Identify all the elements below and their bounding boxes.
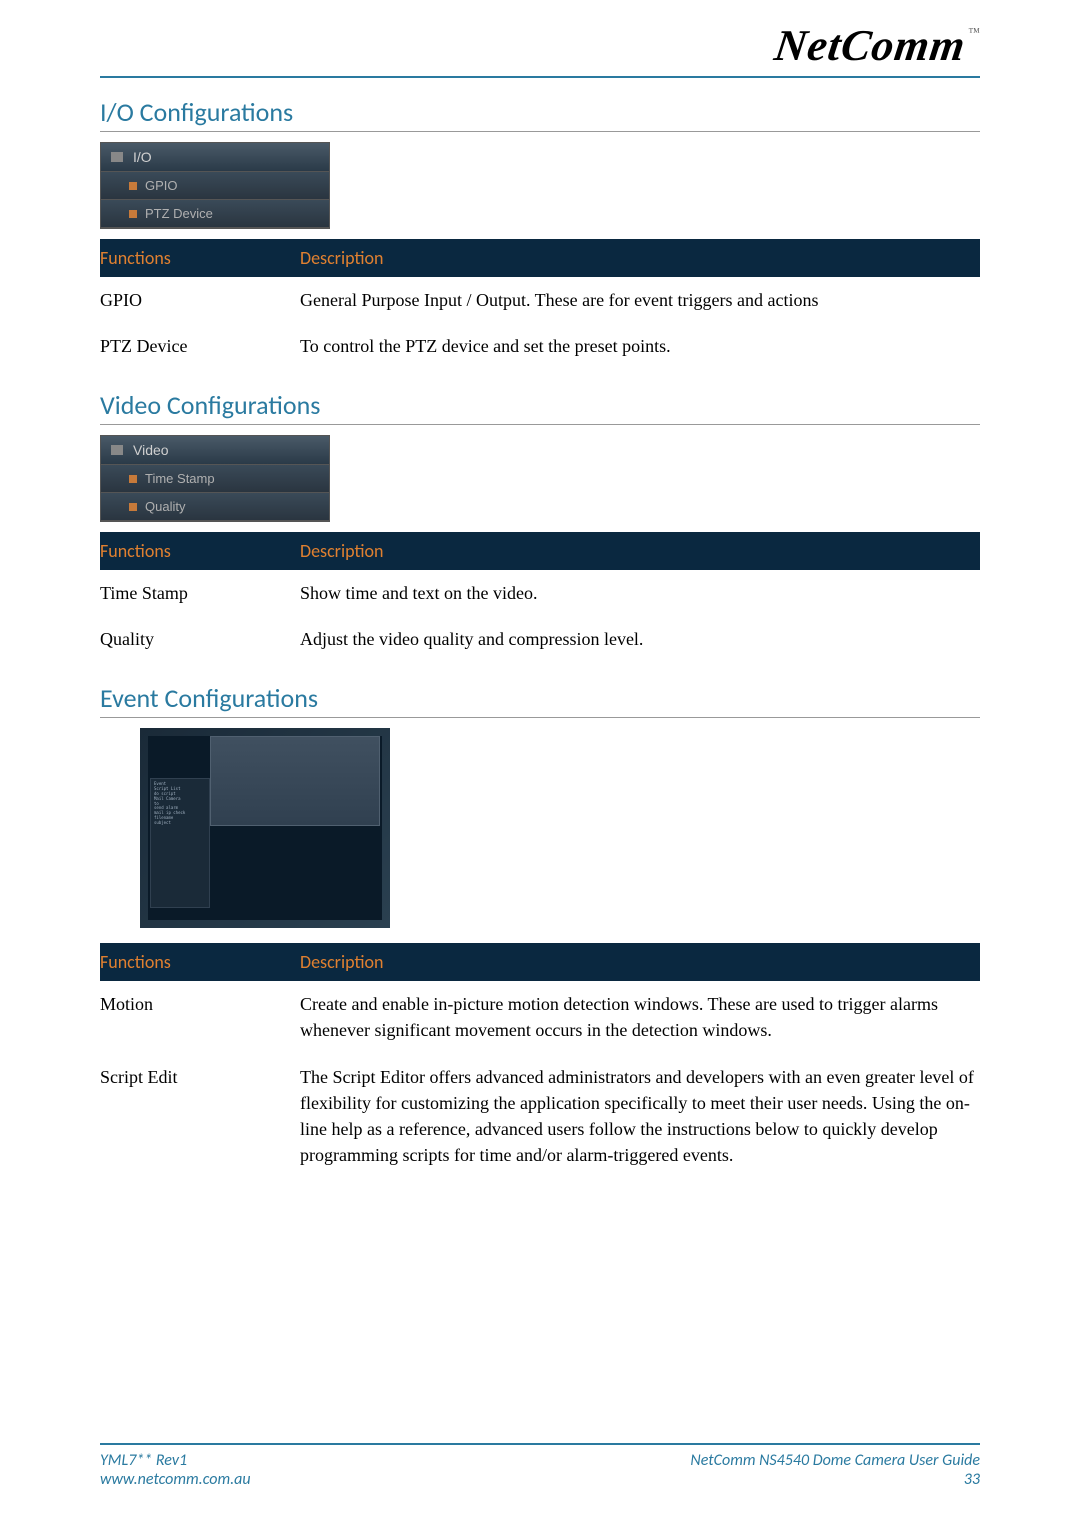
video-menu-screenshot: Video Time Stamp Quality — [100, 435, 330, 522]
table-row: GPIO General Purpose Input / Output. The… — [100, 277, 980, 323]
bullet-icon — [129, 210, 137, 218]
page-footer: YML7** Rev1 www.netcomm.com.au NetComm N… — [100, 1443, 980, 1489]
col-description: Description — [300, 239, 980, 277]
video-menu-item-timestamp: Time Stamp — [145, 471, 215, 486]
footer-url: www.netcomm.com.au — [100, 1470, 251, 1489]
fn-motion: Motion — [100, 991, 300, 1043]
logo-area: NetComm ™ — [100, 20, 980, 71]
io-table-header: Functions Description — [100, 239, 980, 277]
bullet-icon — [129, 475, 137, 483]
video-menu-item-quality: Quality — [145, 499, 185, 514]
video-table-header: Functions Description — [100, 532, 980, 570]
fn-quality: Quality — [100, 626, 300, 652]
trademark-symbol: ™ — [968, 25, 980, 40]
bullet-icon — [129, 503, 137, 511]
event-screenshot: EventScript Listdo scriptMail Cameratose… — [140, 728, 390, 928]
desc-timestamp: Show time and text on the video. — [300, 580, 980, 606]
desc-quality: Adjust the video quality and compression… — [300, 626, 980, 652]
menu-header-icon — [111, 445, 123, 455]
footer-doc-title: NetComm NS4540 Dome Camera User Guide — [690, 1451, 980, 1470]
io-config-title: I/O Configurations — [100, 96, 980, 132]
desc-motion: Create and enable in-picture motion dete… — [300, 991, 980, 1043]
col-functions: Functions — [100, 943, 300, 981]
header-rule — [100, 76, 980, 78]
footer-revision: YML7** Rev1 — [100, 1451, 251, 1470]
col-description: Description — [300, 532, 980, 570]
io-menu-screenshot: I/O GPIO PTZ Device — [100, 142, 330, 229]
table-row: Script Edit The Script Editor offers adv… — [100, 1054, 980, 1178]
col-description: Description — [300, 943, 980, 981]
fn-timestamp: Time Stamp — [100, 580, 300, 606]
col-functions: Functions — [100, 532, 300, 570]
video-menu-header: Video — [133, 442, 169, 458]
io-menu-item-ptz: PTZ Device — [145, 206, 213, 221]
desc-ptz: To control the PTZ device and set the pr… — [300, 333, 980, 359]
footer-page-number: 33 — [690, 1470, 980, 1489]
brand-logo: NetComm — [771, 20, 968, 71]
table-row: Motion Create and enable in-picture moti… — [100, 981, 980, 1053]
desc-scriptedit: The Script Editor offers advanced admini… — [300, 1064, 980, 1168]
video-config-title: Video Configurations — [100, 389, 980, 425]
table-row: Quality Adjust the video quality and com… — [100, 616, 980, 662]
fn-ptz: PTZ Device — [100, 333, 300, 359]
io-menu-item-gpio: GPIO — [145, 178, 178, 193]
col-functions: Functions — [100, 239, 300, 277]
table-row: Time Stamp Show time and text on the vid… — [100, 570, 980, 616]
fn-gpio: GPIO — [100, 287, 300, 313]
event-table-header: Functions Description — [100, 943, 980, 981]
event-config-title: Event Configurations — [100, 682, 980, 718]
desc-gpio: General Purpose Input / Output. These ar… — [300, 287, 980, 313]
io-menu-header: I/O — [133, 149, 152, 165]
table-row: PTZ Device To control the PTZ device and… — [100, 323, 980, 369]
bullet-icon — [129, 182, 137, 190]
fn-scriptedit: Script Edit — [100, 1064, 300, 1168]
menu-header-icon — [111, 152, 123, 162]
